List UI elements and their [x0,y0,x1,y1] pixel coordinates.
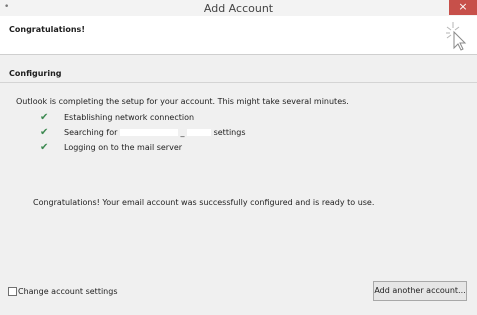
green-check-icon: ✔ [40,112,49,123]
step-label-suffix: settings [213,128,246,137]
step-label-prefix: Searching for [64,128,118,137]
title-bar: • Add Account × [0,0,477,17]
close-button[interactable]: × [449,0,477,15]
green-check-icon: ✔ [40,142,49,153]
green-check-icon: ✔ [40,127,49,138]
window-title: Add Account [203,2,274,15]
checkbox-label[interactable]: Change account settings [18,287,118,296]
add-another-account-button[interactable]: Add another account... [373,281,467,301]
step-label: Logging on to the mail server [64,143,183,152]
setup-status-text: Outlook is completing the setup for your… [16,97,349,106]
step-label-mid: _ [180,128,185,137]
redacted-region [187,129,212,136]
section-divider [0,82,477,83]
header-banner: Congratulations! [0,16,477,55]
footer: Change account settings Add another acco… [0,272,477,315]
redacted-region [119,129,178,136]
wizard-sparkle-cursor-icon [446,22,467,51]
step-label: Establishing network connection [64,113,195,122]
configuring-heading: Configuring [9,69,62,78]
step-label: Searching for _ settings [64,128,246,137]
banner-heading: Congratulations! [9,25,85,34]
checkbox-box[interactable] [8,287,17,296]
success-message: Congratulations! Your email account was … [33,198,375,207]
